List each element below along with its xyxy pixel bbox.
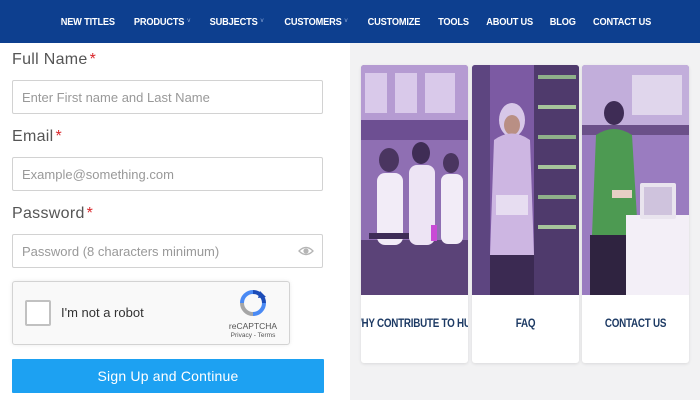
nav-tools[interactable]: TOOLS: [438, 16, 469, 28]
email-label: Email *: [12, 128, 62, 146]
full-name-input[interactable]: Enter First name and Last Name: [12, 80, 323, 114]
recaptcha-logo-icon: [240, 290, 266, 316]
nav-about-us[interactable]: ABOUT US: [486, 16, 533, 28]
nav-subjects[interactable]: SUBJECTS ˅: [210, 16, 264, 28]
full-name-label-text: Full Name: [12, 51, 88, 68]
nav-label: CONTACT US: [593, 15, 652, 28]
nav-new-titles[interactable]: NEW TITLES: [60, 16, 114, 28]
library-reader-image: [472, 65, 579, 295]
recaptcha-privacy-terms-link[interactable]: Privacy - Terms: [223, 332, 283, 339]
email-label-text: Email: [12, 128, 54, 145]
recaptcha-brand: reCAPTCHA: [228, 321, 278, 331]
nav-products[interactable]: PRODUCTS ˅: [134, 16, 191, 28]
full-name-label: Full Name *: [12, 51, 96, 69]
card-why-contribute[interactable]: WHY CONTRIBUTE TO HU?: [361, 65, 468, 363]
recaptcha-widget: I'm not a robot reCAPTCHA Privacy - Term…: [12, 281, 290, 345]
password-label-text: Password: [12, 205, 85, 222]
chevron-down-icon: ˅: [187, 18, 191, 25]
card-title: WHY CONTRIBUTE TO HU?: [361, 315, 468, 330]
nav-blog[interactable]: BLOG: [550, 16, 576, 28]
full-name-placeholder: Enter First name and Last Name: [22, 89, 210, 105]
nav-label: CUSTOMIZE: [367, 15, 420, 28]
sign-up-button[interactable]: Sign Up and Continue: [12, 359, 324, 393]
eye-icon[interactable]: [298, 245, 314, 257]
lab-researchers-image: [361, 65, 468, 295]
nav-label: TOOLS: [437, 15, 469, 28]
email-input[interactable]: Example@something.com: [12, 157, 323, 191]
card-title: CONTACT US: [604, 315, 667, 330]
chevron-down-icon: ˅: [260, 18, 265, 25]
info-cards-panel: WHY CONTRIBUTE TO HU? FAQ: [350, 43, 700, 400]
nav-label: NEW TITLES: [60, 15, 115, 28]
nav-customers[interactable]: CUSTOMERS ˅: [284, 15, 348, 28]
top-nav: NEW TITLES PRODUCTS ˅ SUBJECTS ˅ CUSTOMERS…: [0, 0, 700, 43]
nav-label: PRODUCTS: [134, 15, 185, 28]
card-faq[interactable]: FAQ: [472, 65, 579, 363]
nav-customize[interactable]: CUSTOMIZE: [367, 16, 420, 28]
nav-label: SUBJECTS: [210, 15, 258, 28]
nav-contact-us[interactable]: CONTACT US: [593, 16, 651, 28]
password-input[interactable]: Password (8 characters minimum): [12, 234, 323, 268]
card-contact-us[interactable]: CONTACT US: [582, 65, 689, 363]
recaptcha-label: I'm not a robot: [61, 305, 144, 320]
password-placeholder: Password (8 characters minimum): [22, 243, 220, 259]
nav-label: BLOG: [549, 15, 576, 28]
required-marker: *: [55, 128, 63, 145]
card-title: FAQ: [515, 315, 536, 330]
chevron-down-icon: ˅: [343, 18, 348, 25]
laptop-worker-image: [582, 65, 689, 295]
recaptcha-checkbox[interactable]: [25, 300, 51, 326]
nav-label: CUSTOMERS: [284, 15, 342, 28]
password-label: Password *: [12, 205, 93, 223]
nav-label: ABOUT US: [485, 15, 533, 28]
email-placeholder: Example@something.com: [22, 166, 174, 182]
required-marker: *: [86, 205, 94, 222]
required-marker: *: [89, 51, 97, 68]
